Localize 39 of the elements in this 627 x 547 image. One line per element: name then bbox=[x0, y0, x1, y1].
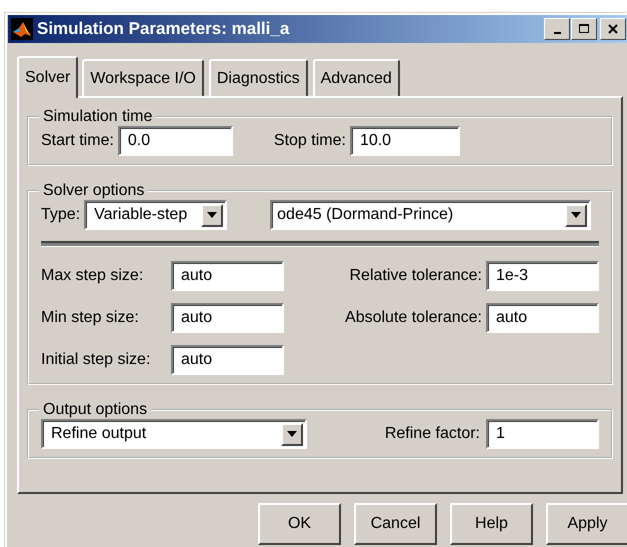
group-title: Output options bbox=[42, 401, 148, 419]
field-label: Absolute tolerance: bbox=[345, 309, 482, 327]
field-label: Initial step size: bbox=[41, 351, 152, 369]
field-label: Start time: bbox=[41, 132, 114, 150]
tab[interactable]: Solver bbox=[17, 56, 78, 98]
group-title: Solver options bbox=[42, 182, 146, 200]
field-label: Refine factor: bbox=[384, 425, 480, 443]
field-label: Stop time: bbox=[274, 132, 346, 150]
app-logo-icon bbox=[11, 18, 33, 40]
tab[interactable]: Workspace I/O bbox=[82, 59, 204, 96]
minimize-button[interactable] bbox=[544, 18, 570, 40]
input-field[interactable]: 1e-3 bbox=[486, 261, 599, 291]
dialog-button[interactable]: OK bbox=[258, 503, 341, 545]
tab[interactable]: Advanced bbox=[312, 59, 400, 96]
dialog-button[interactable]: Cancel bbox=[354, 503, 437, 545]
field-label: Relative tolerance: bbox=[349, 267, 482, 285]
maximize-icon bbox=[579, 24, 589, 34]
dialog-button[interactable]: Help bbox=[450, 503, 533, 545]
type-dropdown[interactable]: Variable-step bbox=[84, 200, 228, 230]
input-field[interactable]: 10.0 bbox=[350, 126, 460, 156]
input-field[interactable]: 0.0 bbox=[118, 126, 233, 156]
field-label: Type: bbox=[41, 206, 80, 224]
input-field[interactable]: auto bbox=[171, 261, 284, 291]
tab[interactable]: Diagnostics bbox=[208, 59, 308, 96]
field-label: Min step size: bbox=[41, 309, 140, 327]
window-title: Simulation Parameters: malli_a bbox=[37, 19, 290, 39]
close-icon bbox=[608, 24, 618, 34]
input-field[interactable]: 1 bbox=[486, 419, 599, 449]
dialog-button[interactable]: Apply bbox=[546, 503, 627, 545]
close-button[interactable] bbox=[600, 18, 626, 40]
minimize-icon bbox=[554, 32, 560, 34]
output-dropdown[interactable]: Refine output bbox=[41, 419, 307, 449]
field-label: Max step size: bbox=[41, 267, 144, 285]
group-title: Simulation time bbox=[42, 108, 154, 126]
input-field[interactable]: auto bbox=[486, 303, 599, 333]
input-field[interactable]: auto bbox=[171, 345, 284, 375]
solver-dropdown[interactable]: ode45 (Dormand-Prince) bbox=[270, 200, 592, 230]
input-field[interactable]: auto bbox=[171, 303, 284, 333]
maximize-button[interactable] bbox=[571, 18, 597, 40]
